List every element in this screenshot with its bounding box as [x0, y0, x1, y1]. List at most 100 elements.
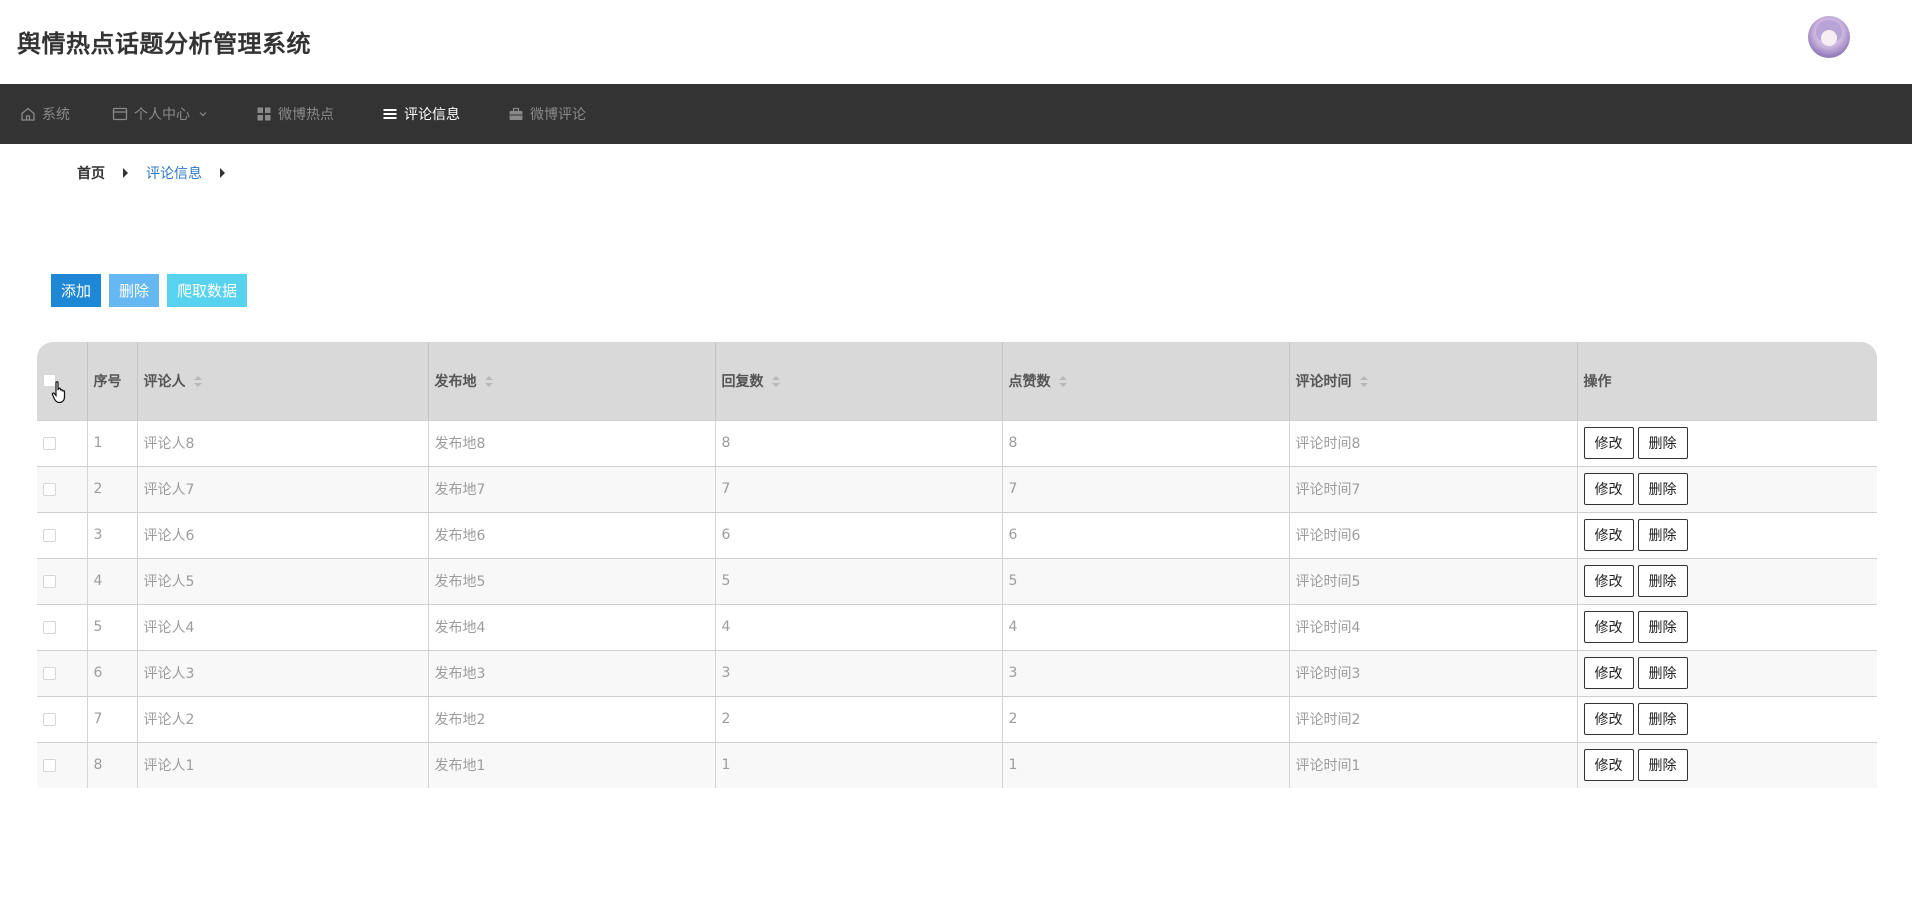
breadcrumb-home[interactable]: 首页 [77, 163, 105, 183]
row-select-cell [37, 742, 88, 788]
cell-likes: 2 [1002, 696, 1290, 742]
cell-time: 评论时间6 [1289, 512, 1578, 558]
card-icon [112, 107, 128, 121]
column-header-likes[interactable]: 点赞数 [1002, 342, 1290, 420]
sort-icon[interactable] [771, 375, 780, 388]
edit-button[interactable]: 修改 [1583, 565, 1634, 597]
edit-button[interactable]: 修改 [1583, 473, 1634, 505]
column-label: 评论人 [143, 373, 186, 390]
column-header-commenter[interactable]: 评论人 [137, 342, 429, 420]
header-select-cell [37, 342, 88, 420]
delete-button[interactable]: 删除 [1637, 519, 1688, 551]
cell-location: 发布地8 [428, 420, 716, 466]
row-checkbox[interactable] [43, 436, 56, 450]
edit-button[interactable]: 修改 [1583, 657, 1634, 689]
cell-time: 评论时间8 [1289, 420, 1578, 466]
table-row: 7 评论人2 发布地2 2 2 评论时间2 修改 删除 [37, 696, 1877, 742]
table-header-row: 序号 评论人 发布地 回复数 点赞数 评论时间 操作 [37, 342, 1877, 420]
cell-time: 评论时间7 [1289, 466, 1578, 512]
batch-delete-button[interactable]: 删除 [109, 274, 159, 307]
edit-button[interactable]: 修改 [1583, 611, 1634, 643]
add-button[interactable]: 添加 [51, 274, 101, 307]
cell-location: 发布地7 [428, 466, 716, 512]
delete-button[interactable]: 删除 [1637, 611, 1688, 643]
cell-commenter: 评论人6 [137, 512, 429, 558]
cell-time: 评论时间5 [1289, 558, 1578, 604]
column-header-replies[interactable]: 回复数 [715, 342, 1003, 420]
row-checkbox[interactable] [43, 574, 56, 588]
sort-icon[interactable] [193, 375, 202, 388]
edit-button[interactable]: 修改 [1583, 703, 1634, 735]
cell-actions: 修改 删除 [1577, 696, 1877, 742]
cell-no: 8 [87, 742, 138, 788]
delete-button[interactable]: 删除 [1637, 703, 1688, 735]
cell-replies: 2 [715, 696, 1003, 742]
cell-no: 6 [87, 650, 138, 696]
cell-commenter: 评论人4 [137, 604, 429, 650]
cell-replies: 8 [715, 420, 1003, 466]
sort-icon[interactable] [1359, 375, 1368, 388]
row-select-cell [37, 558, 88, 604]
cell-replies: 4 [715, 604, 1003, 650]
column-header-actions: 操作 [1583, 373, 1612, 390]
cell-commenter: 评论人7 [137, 466, 429, 512]
breadcrumb: 首页 评论信息 [77, 163, 243, 183]
edit-button[interactable]: 修改 [1583, 519, 1634, 551]
cell-no: 7 [87, 696, 138, 742]
column-header-no: 序号 [87, 342, 138, 420]
cell-replies: 7 [715, 466, 1003, 512]
cell-likes: 4 [1002, 604, 1290, 650]
edit-button[interactable]: 修改 [1583, 427, 1634, 459]
chevron-down-icon [199, 112, 207, 117]
breadcrumb-current[interactable]: 评论信息 [146, 163, 202, 183]
column-header-time[interactable]: 评论时间 [1289, 342, 1578, 420]
row-checkbox[interactable] [43, 712, 56, 726]
row-select-cell [37, 696, 88, 742]
table-body: 1 评论人8 发布地8 8 8 评论时间8 修改 删除 2 评论人7 发布地7 7 7 评论时间7 修改 删除… [37, 420, 1877, 788]
delete-button[interactable]: 删除 [1637, 427, 1688, 459]
user-avatar[interactable] [1808, 16, 1850, 58]
cell-location: 发布地1 [428, 742, 716, 788]
nav-label: 系统 [42, 107, 70, 123]
column-label: 发布地 [434, 373, 477, 390]
nav-item-comments[interactable]: 评论信息 [382, 84, 460, 144]
column-header-location[interactable]: 发布地 [428, 342, 716, 420]
nav-label: 个人中心 [134, 107, 190, 123]
cell-location: 发布地2 [428, 696, 716, 742]
delete-button[interactable]: 删除 [1637, 749, 1688, 782]
row-select-cell [37, 466, 88, 512]
row-checkbox[interactable] [43, 758, 56, 772]
delete-button[interactable]: 删除 [1637, 657, 1688, 689]
column-label: 评论时间 [1295, 373, 1352, 390]
home-icon [21, 107, 35, 121]
grid-icon [257, 107, 271, 121]
row-checkbox[interactable] [43, 528, 56, 542]
cell-likes: 5 [1002, 558, 1290, 604]
cell-commenter: 评论人2 [137, 696, 429, 742]
nav-label: 微博热点 [278, 107, 334, 123]
cell-actions: 修改 删除 [1577, 512, 1877, 558]
sort-icon[interactable] [484, 375, 493, 388]
nav-item-weibo-hot[interactable]: 微博热点 [256, 84, 334, 144]
row-checkbox[interactable] [43, 666, 56, 680]
column-label: 点赞数 [1008, 373, 1051, 390]
crawl-data-button[interactable]: 爬取数据 [167, 274, 247, 307]
edit-button[interactable]: 修改 [1583, 749, 1634, 782]
comments-table: 序号 评论人 发布地 回复数 点赞数 评论时间 操作 1 评论人8 发布地8 8 8 评论… [37, 342, 1877, 789]
delete-button[interactable]: 删除 [1637, 473, 1688, 505]
cell-time: 评论时间1 [1289, 742, 1578, 788]
row-checkbox[interactable] [43, 482, 56, 496]
cell-actions: 修改 删除 [1577, 558, 1877, 604]
table-row: 5 评论人4 发布地4 4 4 评论时间4 修改 删除 [37, 604, 1877, 650]
delete-button[interactable]: 删除 [1637, 565, 1688, 597]
nav-item-weibo-comments[interactable]: 微博评论 [508, 84, 586, 144]
caret-right-icon [220, 168, 225, 178]
cell-no: 2 [87, 466, 138, 512]
nav-label: 评论信息 [404, 107, 460, 123]
row-select-cell [37, 650, 88, 696]
nav-item-system[interactable]: 系统 [20, 84, 70, 144]
cell-actions: 修改 删除 [1577, 742, 1877, 788]
nav-item-profile[interactable]: 个人中心 [112, 84, 208, 144]
row-checkbox[interactable] [43, 620, 56, 634]
sort-icon[interactable] [1058, 375, 1067, 388]
